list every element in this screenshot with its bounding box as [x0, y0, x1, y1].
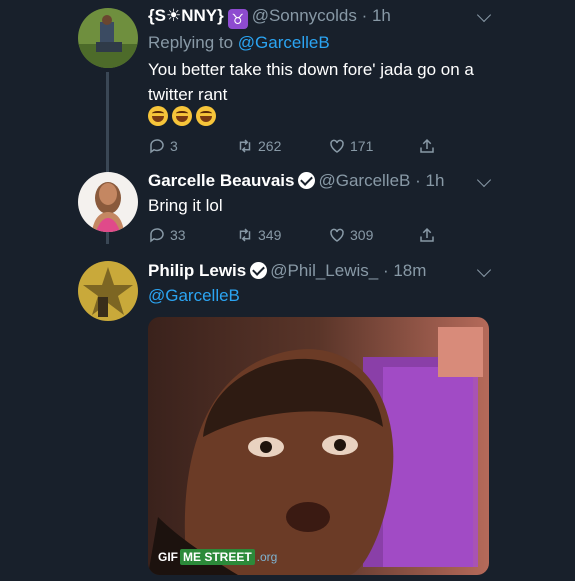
tweet-actions: 3 262 171	[148, 137, 448, 159]
tweet-text: You better take this down fore' jada go …	[148, 60, 474, 104]
handle[interactable]: @GarcelleB	[318, 171, 410, 190]
replying-to: Replying to @GarcelleB	[148, 33, 330, 53]
retweet-button[interactable]: 262	[236, 137, 281, 155]
heart-icon	[330, 228, 344, 242]
reply-icon	[150, 139, 164, 154]
tweet-header: Philip Lewis @Phil_Lewis_ · 18m	[148, 261, 426, 281]
handle[interactable]: @Phil_Lewis_	[270, 261, 378, 280]
like-button[interactable]: 171	[328, 137, 373, 155]
reply-icon	[150, 228, 164, 243]
gif-label: GIF	[158, 550, 178, 564]
retweet-count: 262	[258, 138, 282, 154]
gif-org-label: .org	[256, 550, 278, 564]
display-name[interactable]: Philip Lewis	[148, 261, 246, 280]
tears-of-joy-icon	[196, 106, 216, 126]
avatar-philip[interactable]	[78, 261, 138, 321]
tweet-header: {S☀NNY} ♉ @Sonnycolds · 1h	[148, 6, 391, 29]
gif-badge: GIF ME STREET .org	[158, 549, 277, 565]
retweet-button[interactable]: 349	[236, 226, 281, 244]
gif-reaction-image	[148, 317, 489, 575]
taurus-icon: ♉	[227, 9, 248, 29]
display-name[interactable]: {S☀NNY}	[148, 6, 224, 25]
share-icon	[420, 138, 434, 153]
like-button[interactable]: 309	[328, 226, 373, 244]
share-icon	[420, 227, 434, 242]
tweet-text: Bring it lol	[148, 196, 223, 215]
heart-icon	[330, 139, 344, 153]
retweet-icon	[239, 228, 251, 242]
timestamp[interactable]: · 1h	[415, 171, 444, 190]
timestamp[interactable]: · 1h	[362, 6, 391, 25]
reply-count: 3	[170, 138, 178, 154]
reply-count: 33	[170, 227, 186, 243]
tweet-sonny[interactable]: {S☀NNY} ♉ @Sonnycolds · 1h Replying to @Ga…	[0, 0, 575, 244]
gif-street-label: ME STREET	[180, 549, 255, 565]
share-button[interactable]	[418, 226, 436, 244]
verified-icon	[250, 262, 268, 279]
verified-icon	[298, 172, 316, 189]
tweet-garcelle[interactable]: Garcelle Beauvais @GarcelleB · 1h Bring i…	[0, 165, 575, 255]
replying-prefix: Replying to	[148, 33, 234, 52]
like-count: 171	[350, 138, 374, 154]
chevron-down-icon[interactable]	[476, 7, 492, 23]
tweet-actions: 33 349 309	[148, 226, 448, 248]
handle[interactable]: @Sonnycolds	[252, 6, 357, 25]
avatar-sonny[interactable]	[78, 8, 138, 68]
retweet-count: 349	[258, 227, 282, 243]
grinning-sweat-icon	[148, 106, 168, 126]
display-name[interactable]: Garcelle Beauvais	[148, 171, 294, 190]
timestamp[interactable]: · 18m	[383, 261, 426, 280]
gif-media[interactable]: GIF ME STREET .org	[148, 317, 489, 575]
reply-button[interactable]: 33	[148, 226, 186, 244]
like-count: 309	[350, 227, 374, 243]
emoji-row	[148, 106, 216, 126]
avatar-garcelle[interactable]	[78, 172, 138, 232]
tweet-header: Garcelle Beauvais @GarcelleB · 1h	[148, 171, 444, 191]
retweet-icon	[239, 139, 251, 153]
share-button[interactable]	[418, 137, 436, 155]
reply-button[interactable]: 3	[148, 137, 178, 155]
grin-icon	[172, 106, 192, 126]
replying-to-link[interactable]: @GarcelleB	[238, 33, 330, 52]
mention-link[interactable]: @GarcelleB	[148, 283, 488, 308]
chevron-down-icon[interactable]	[476, 172, 492, 188]
